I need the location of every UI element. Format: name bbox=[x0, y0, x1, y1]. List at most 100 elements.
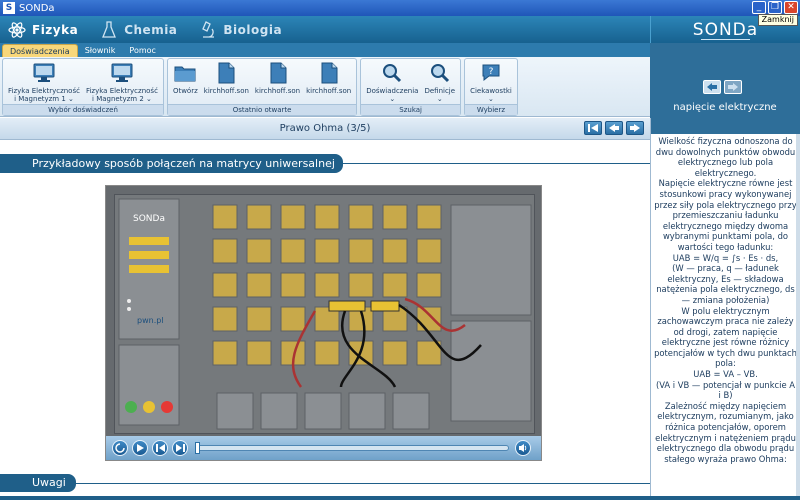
page-title: Prawo Ohma (3/5) bbox=[279, 123, 371, 134]
definition-paragraph: (W — praca, q — ładunek elektryczny, Es … bbox=[656, 263, 795, 305]
search-experiments-button[interactable]: Doświadczenia ⌄ bbox=[363, 60, 421, 103]
definition-paragraph: Napięcie elektryczne równe jest stosunko… bbox=[654, 178, 797, 252]
close-tooltip: Zamknij bbox=[757, 14, 798, 26]
group-label: Szukaj bbox=[361, 104, 461, 115]
restore-button[interactable]: ❐ bbox=[768, 1, 782, 14]
svg-text:pwn.pl: pwn.pl bbox=[137, 316, 164, 325]
video-controls bbox=[106, 436, 541, 460]
subject-nav: Fizyka Chemia Biologia SONDa bbox=[0, 16, 800, 43]
search-definitions-line2: ⌄ bbox=[436, 95, 443, 103]
play-icon[interactable] bbox=[132, 440, 148, 456]
fizyka-em2-line1: Fizyka Elektryczność bbox=[85, 87, 158, 95]
document-icon bbox=[214, 61, 238, 85]
definition-scrollbar[interactable] bbox=[796, 134, 800, 500]
sidebar-nav-arrows bbox=[703, 80, 742, 94]
nav-fizyka[interactable]: Fizyka bbox=[0, 16, 92, 43]
tab-doswiadczenia[interactable]: Doświadczenia bbox=[2, 44, 78, 57]
magnifier-icon bbox=[380, 61, 404, 85]
back-arrow-button[interactable] bbox=[703, 80, 721, 94]
flask-icon bbox=[100, 20, 118, 39]
definition-text: Wielkość fizyczna odnoszona do dwu dowol… bbox=[651, 134, 800, 464]
open-label: Otwórz bbox=[172, 87, 198, 95]
minimize-button[interactable]: _ bbox=[752, 1, 766, 14]
close-button[interactable]: ✕ bbox=[784, 1, 798, 14]
open-button[interactable]: Otwórz bbox=[170, 60, 201, 103]
replay-icon[interactable] bbox=[112, 440, 128, 456]
folder-icon bbox=[173, 61, 197, 85]
group-label: Ostatnio otwarte bbox=[167, 104, 357, 115]
recent-file-1[interactable]: kirchhoff.son bbox=[201, 60, 252, 103]
recent-file-3-label: kirchhoff.son bbox=[306, 87, 352, 95]
prev-page-button[interactable] bbox=[605, 121, 623, 135]
content-area: Przykładowy sposób połączeń na matrycy u… bbox=[0, 141, 650, 500]
ribbon: Fizyka Elektryczność i Magnetyzm 1 ⌄ Fiz… bbox=[0, 57, 650, 117]
monitor-icon bbox=[32, 61, 56, 85]
definition-panel: Wielkość fizyczna odnoszona do dwu dowol… bbox=[650, 118, 800, 500]
video-progress-handle[interactable] bbox=[195, 442, 200, 454]
breadboard-image: SONDa pwn.pl bbox=[114, 194, 535, 434]
nav-fizyka-label: Fizyka bbox=[32, 22, 79, 37]
group-label: Wybierz bbox=[465, 104, 517, 115]
first-page-button[interactable] bbox=[584, 121, 602, 135]
nav-chemia-label: Chemia bbox=[124, 22, 178, 37]
fizyka-em1-line2: i Magnetyzm 1 ⌄ bbox=[14, 95, 74, 103]
window-title: SONDa bbox=[19, 2, 55, 14]
video-player: SONDa pwn.pl bbox=[105, 185, 542, 461]
speech-bubble-icon: ? bbox=[479, 61, 503, 85]
recent-file-2[interactable]: kirchhoff.son bbox=[252, 60, 303, 103]
magnifier-icon bbox=[428, 61, 452, 85]
page-bar: Prawo Ohma (3/5) bbox=[0, 118, 650, 140]
prev-frame-icon[interactable] bbox=[152, 440, 168, 456]
search-experiments-line1: Doświadczenia bbox=[366, 87, 419, 95]
tab-slownik[interactable]: Słownik bbox=[78, 44, 123, 57]
search-definitions-button[interactable]: Definicje ⌄ bbox=[421, 60, 458, 103]
nav-chemia[interactable]: Chemia bbox=[92, 16, 191, 43]
group-label: Wybór doświadczeń bbox=[3, 104, 163, 115]
definition-paragraph: Zależność między napięciem elektrycznym,… bbox=[655, 400, 796, 464]
curiosities-line2: ⌄ bbox=[488, 95, 494, 103]
svg-text:SONDa: SONDa bbox=[133, 214, 165, 224]
document-icon bbox=[266, 61, 290, 85]
ribbon-tabs: Doświadczenia Słownik Pomoc bbox=[0, 43, 650, 57]
next-page-button[interactable] bbox=[626, 121, 644, 135]
app-window: S SONDa _ ❐ ✕ Zamknij Fizyka Chemia Biol… bbox=[0, 0, 800, 500]
definition-panel-header bbox=[651, 118, 800, 134]
tab-pomoc[interactable]: Pomoc bbox=[122, 44, 163, 57]
app-icon: S bbox=[3, 2, 15, 14]
video-progress-bar[interactable] bbox=[195, 442, 509, 454]
formula: UAB = VA – VB. bbox=[693, 369, 758, 380]
group-wybierz: ? Ciekawostki ⌄ Wybierz bbox=[464, 58, 518, 116]
fizyka-em1-line1: Fizyka Elektryczność bbox=[8, 87, 80, 95]
atom-icon bbox=[8, 21, 26, 39]
group-szukaj: Doświadczenia ⌄ Definicje ⌄ Szukaj bbox=[360, 58, 462, 116]
group-ostatnio-otwarte: Otwórz kirchhoff.son kirchhoff.son kirch… bbox=[166, 58, 358, 116]
microscope-icon bbox=[199, 20, 217, 39]
section-title: Przykładowy sposób połączeń na matrycy u… bbox=[0, 154, 343, 173]
svg-text:?: ? bbox=[489, 67, 494, 77]
search-definitions-line1: Definicje bbox=[424, 87, 456, 95]
sidebar-term-title: napięcie elektryczne bbox=[673, 102, 777, 113]
recent-file-1-label: kirchhoff.son bbox=[203, 87, 249, 95]
definition-paragraph: Wielkość fizyczna odnoszona do dwu dowol… bbox=[655, 136, 796, 178]
forward-arrow-button[interactable] bbox=[724, 80, 742, 94]
fizyka-em2-button[interactable]: Fizyka Elektryczność i Magnetyzm 2 ⌄ bbox=[83, 60, 161, 103]
fizyka-em2-line2: i Magnetyzm 2 ⌄ bbox=[92, 95, 152, 103]
title-bar: S SONDa _ ❐ ✕ bbox=[0, 0, 800, 16]
recent-file-2-label: kirchhoff.son bbox=[254, 87, 301, 95]
monitor-icon bbox=[110, 61, 134, 85]
volume-icon[interactable] bbox=[515, 440, 531, 456]
next-frame-icon[interactable] bbox=[172, 440, 188, 456]
search-experiments-line2: ⌄ bbox=[389, 95, 396, 103]
curiosities-line1: Ciekawostki bbox=[470, 87, 512, 95]
notes-divider bbox=[0, 483, 650, 484]
nav-biologia-label: Biologia bbox=[223, 22, 283, 37]
definition-paragraph: (VA i VB — potencjał w punkcie A i B) bbox=[655, 379, 796, 401]
recent-file-3[interactable]: kirchhoff.son bbox=[303, 60, 354, 103]
curiosities-button[interactable]: ? Ciekawostki ⌄ bbox=[467, 60, 515, 103]
fizyka-em1-button[interactable]: Fizyka Elektryczność i Magnetyzm 1 ⌄ bbox=[5, 60, 83, 103]
document-icon bbox=[317, 61, 341, 85]
notes-title: Uwagi bbox=[0, 474, 76, 492]
formula: UAB = W/q = ∫s · Es · ds, bbox=[672, 252, 779, 263]
bottom-bar bbox=[0, 496, 800, 500]
nav-biologia[interactable]: Biologia bbox=[191, 16, 296, 43]
